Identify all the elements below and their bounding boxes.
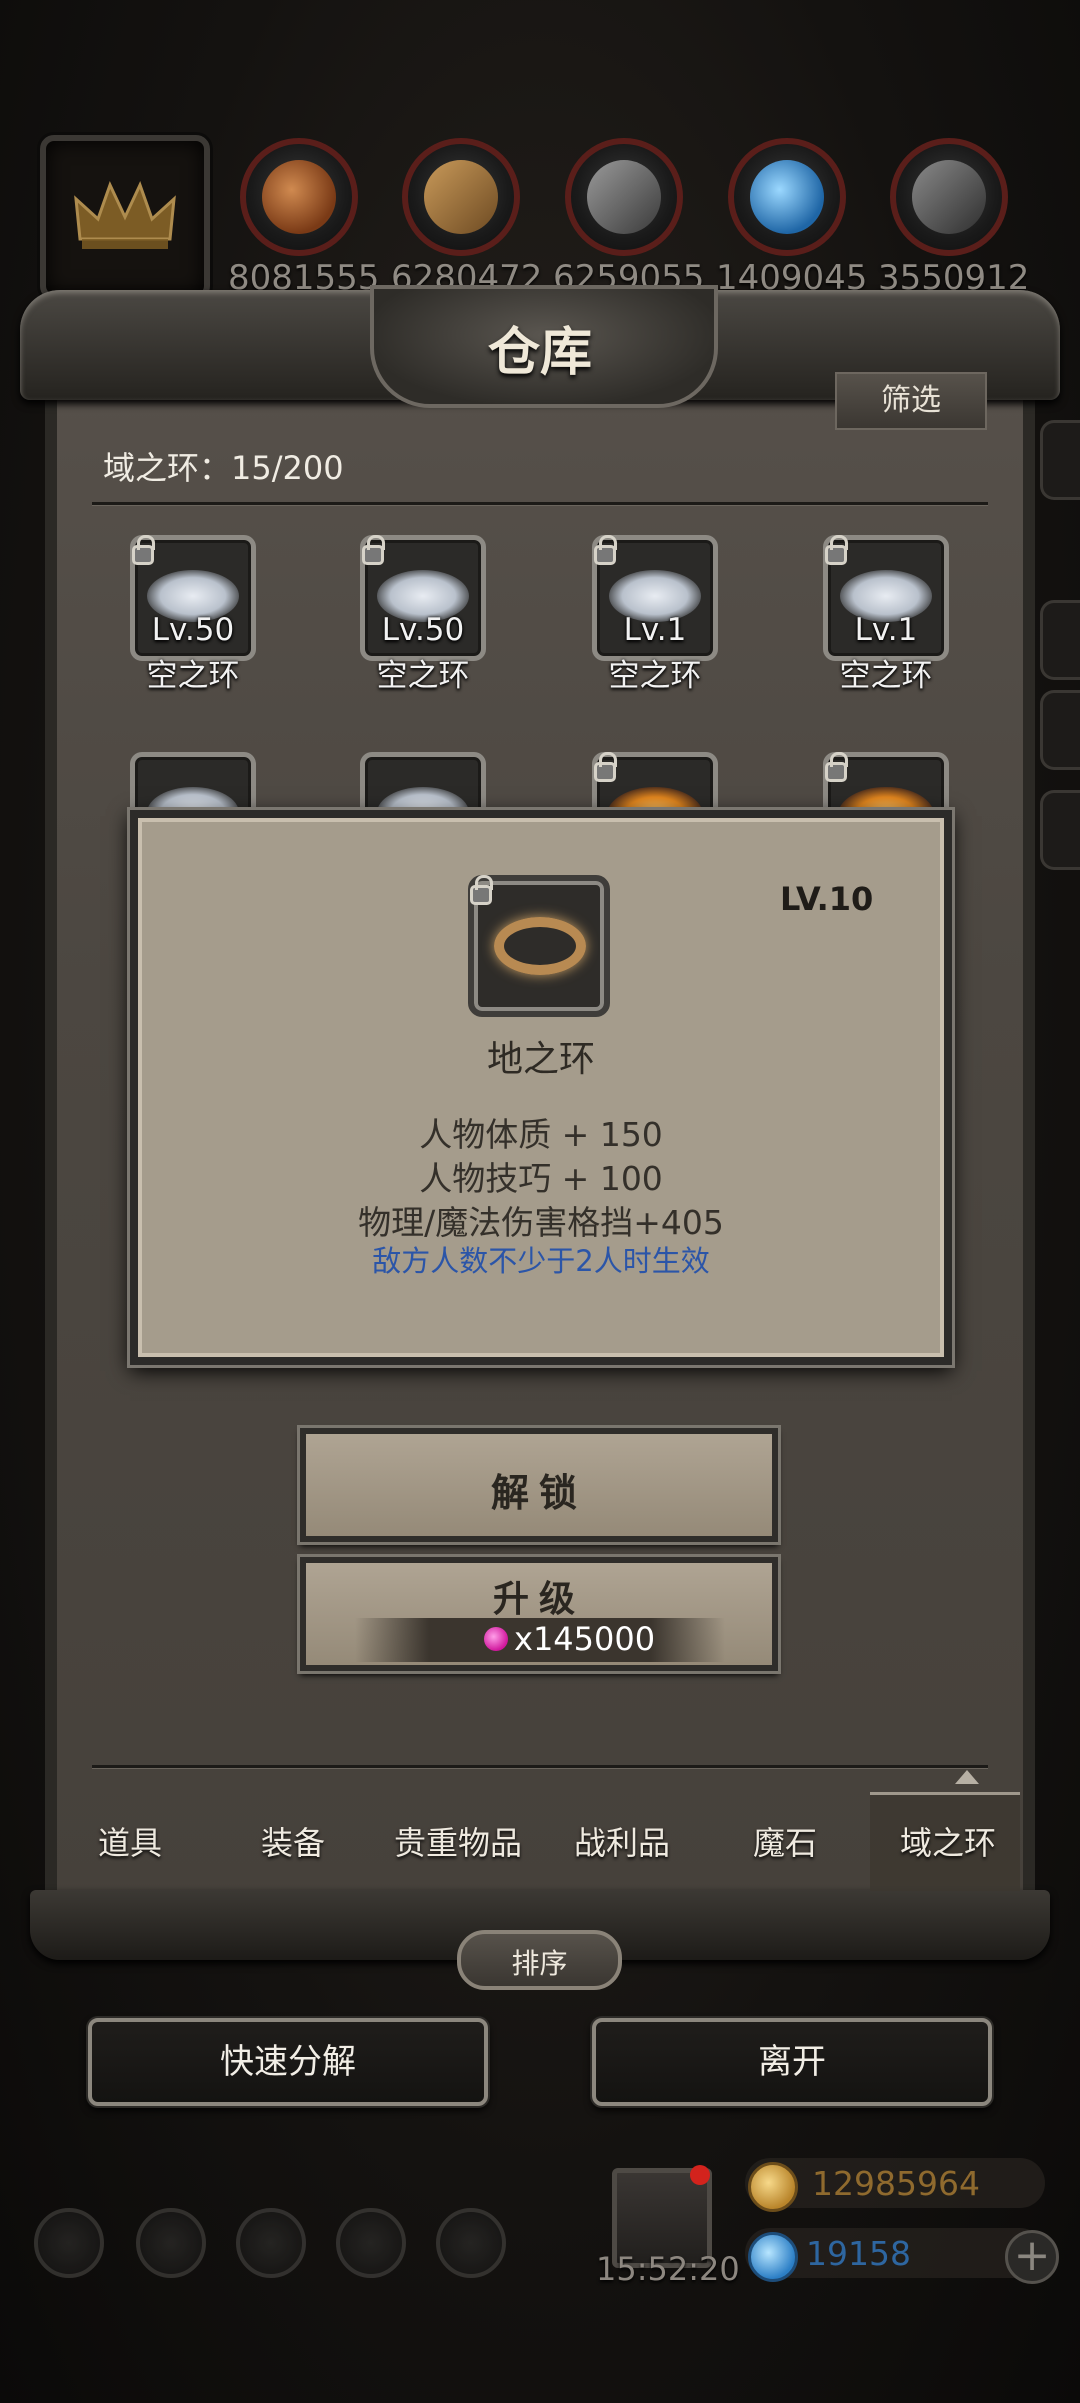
magic-gem-icon xyxy=(484,1627,508,1651)
planks-resource-icon xyxy=(402,138,520,256)
tab-domain-ring[interactable]: 域之环 xyxy=(868,1818,1028,1864)
popup-stat: 人物体质 + 150 xyxy=(419,1115,663,1154)
lock-icon xyxy=(362,535,385,565)
tab-equipment[interactable]: 装备 xyxy=(213,1818,373,1864)
gold-coin-icon xyxy=(748,2162,798,2212)
wood-logs-resource-icon xyxy=(240,138,358,256)
crystal-resource-icon xyxy=(728,138,846,256)
lock-icon xyxy=(594,535,617,565)
menu-icon[interactable] xyxy=(436,2208,506,2278)
page-title: 仓库 xyxy=(487,322,592,383)
menu-icon[interactable] xyxy=(136,2208,206,2278)
popup-condition: 敌方人数不少于2人时生效 xyxy=(372,1244,710,1278)
popup-level: LV.10 xyxy=(780,880,874,918)
side-tab[interactable] xyxy=(1040,420,1080,500)
gold-amount: 12985964 xyxy=(812,2164,980,2203)
popup-item-name: 地之环 xyxy=(486,1039,595,1080)
side-tab[interactable] xyxy=(1040,690,1080,770)
active-tab-caret-icon xyxy=(955,1770,979,1784)
side-tab[interactable] xyxy=(1040,600,1080,680)
iron-resource-icon xyxy=(890,138,1008,256)
popup-stat: 人物技巧 + 100 xyxy=(419,1159,663,1198)
unlock-label: 解锁 xyxy=(490,1471,587,1515)
divider xyxy=(92,502,988,505)
tab-items[interactable]: 道具 xyxy=(50,1818,210,1864)
leave-button[interactable]: 离开 xyxy=(592,2018,992,2106)
menu-icon[interactable] xyxy=(336,2208,406,2278)
filter-button[interactable]: 筛选 xyxy=(835,372,987,430)
crown-slot[interactable] xyxy=(40,135,210,300)
lock-icon xyxy=(825,752,848,782)
divider xyxy=(92,1765,988,1768)
item-name: 空之环 xyxy=(146,658,240,694)
category-count: 域之环：15/200 xyxy=(103,449,344,487)
notification-dot xyxy=(690,2165,710,2185)
diamond-icon xyxy=(748,2232,798,2282)
tab-valuables[interactable]: 贵重物品 xyxy=(378,1818,538,1864)
quick-decompose-button[interactable]: 快速分解 xyxy=(88,2018,488,2106)
lock-icon xyxy=(594,752,617,782)
sort-button[interactable]: 排序 xyxy=(457,1930,622,1990)
gift-timer: 15:52:20 xyxy=(596,2250,740,2288)
item-level: Lv.1 xyxy=(854,612,918,648)
popup-stat: 物理/魔法伤害格挡+405 xyxy=(358,1203,724,1242)
item-level: Lv.50 xyxy=(381,612,465,648)
side-tab[interactable] xyxy=(1040,790,1080,870)
item-level: Lv.1 xyxy=(623,612,687,648)
lock-icon xyxy=(470,875,493,905)
settings-icon[interactable] xyxy=(34,2208,104,2278)
lock-icon xyxy=(825,535,848,565)
tab-magic-stone[interactable]: 魔石 xyxy=(705,1818,865,1864)
item-name: 空之环 xyxy=(608,658,702,694)
crown-icon xyxy=(74,181,176,249)
lock-icon xyxy=(132,535,155,565)
upgrade-cost: x145000 xyxy=(514,1620,656,1658)
item-name: 空之环 xyxy=(376,658,470,694)
stone-resource-icon xyxy=(565,138,683,256)
diamond-amount: 19158 xyxy=(806,2234,911,2273)
upgrade-label: 升级 xyxy=(492,1579,585,1620)
tab-loot[interactable]: 战利品 xyxy=(542,1818,702,1864)
item-name: 空之环 xyxy=(839,658,933,694)
menu-icon[interactable] xyxy=(236,2208,306,2278)
item-level: Lv.50 xyxy=(151,612,235,648)
add-currency-button[interactable]: + xyxy=(1005,2230,1059,2284)
